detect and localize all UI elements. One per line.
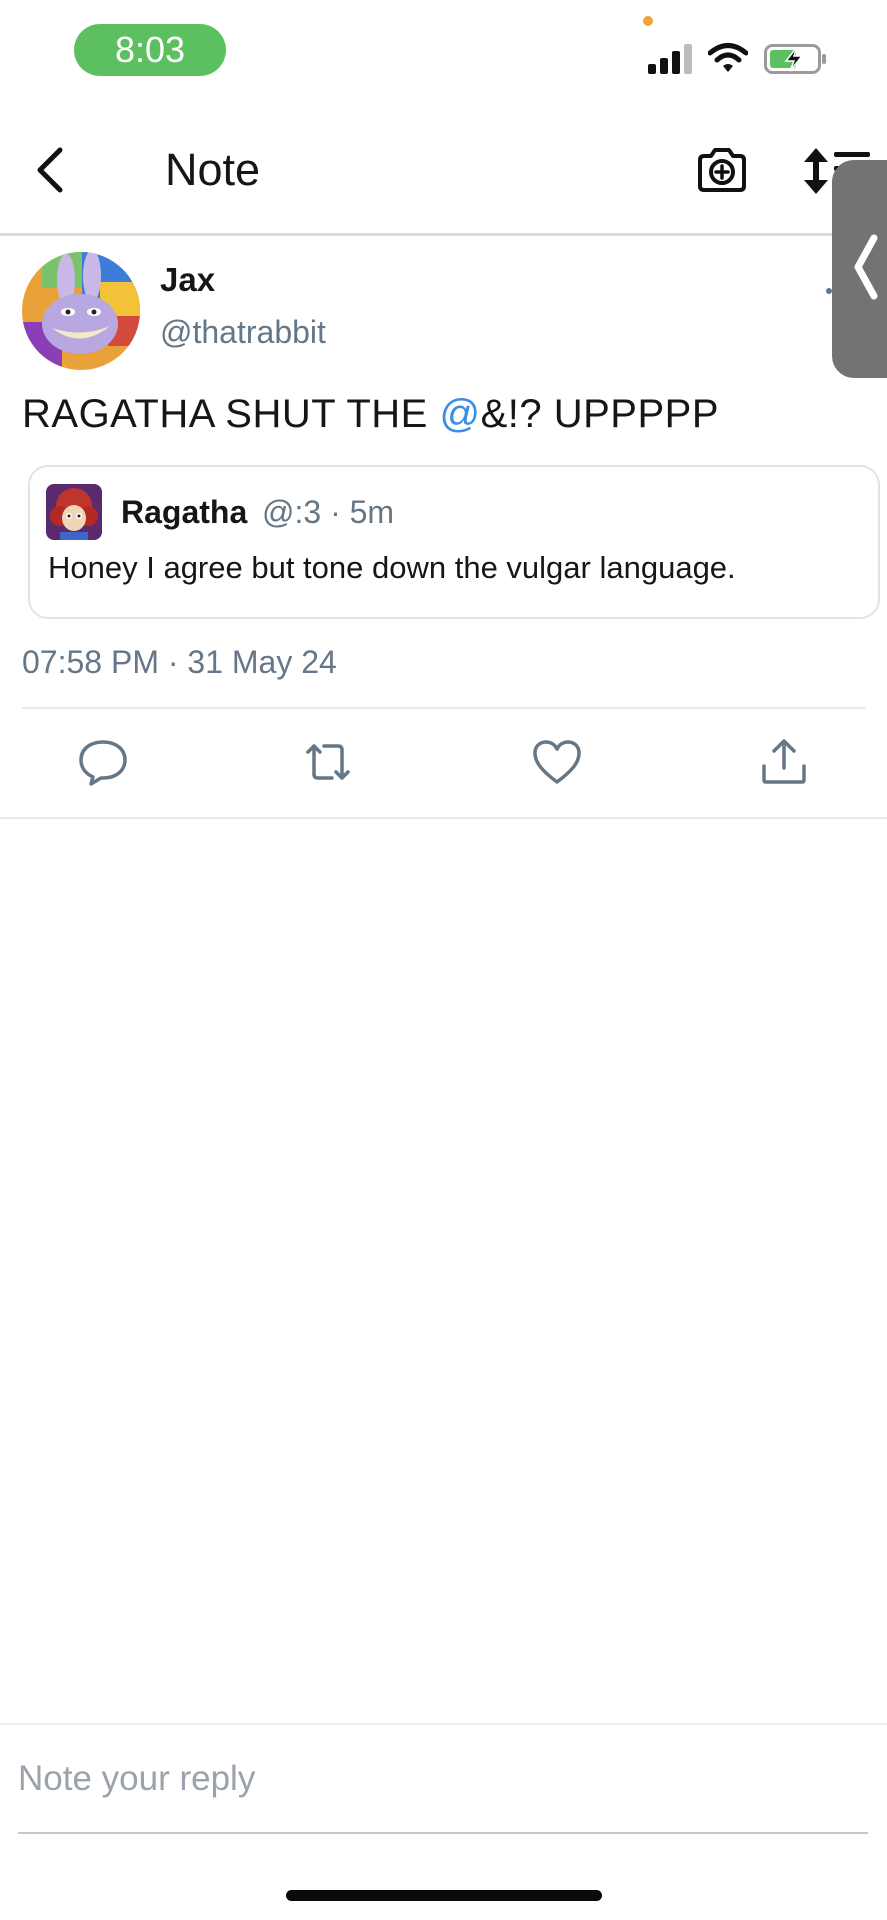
page-title: Note — [165, 144, 261, 195]
post-text-mention[interactable]: @ — [439, 392, 480, 436]
quoted-note-text: Honey I agree but tone down the vulgar l… — [48, 550, 736, 585]
post-timestamp: 07:58 PM · 31 May 24 — [22, 644, 337, 680]
chevron-left-icon — [854, 234, 878, 300]
nav-divider — [0, 233, 887, 236]
quoted-author-avatar[interactable] — [46, 484, 102, 540]
reply-input-underline — [18, 1832, 868, 1834]
home-indicator[interactable] — [286, 1890, 602, 1901]
composer-top-border — [0, 1723, 887, 1725]
post-divider — [22, 707, 865, 709]
battery-charging-icon — [764, 44, 826, 74]
author-avatar[interactable] — [22, 252, 140, 370]
post-text-end: &!? UPPPPP — [480, 392, 720, 436]
post-text: RAGATHA SHUT THE @&!? UPPPPP — [22, 388, 719, 440]
quoted-author-meta: @:3 · 5m — [262, 494, 395, 530]
action-bar-divider — [0, 817, 887, 819]
privacy-indicator-dot — [643, 16, 653, 26]
reply-icon[interactable] — [77, 738, 129, 786]
retweet-icon[interactable] — [302, 738, 354, 786]
quoted-note-card[interactable] — [28, 465, 880, 619]
reply-input[interactable] — [18, 1750, 863, 1808]
author-display-name[interactable]: Jax — [160, 258, 215, 302]
side-panel-handle[interactable] — [832, 160, 887, 378]
back-chevron-icon[interactable] — [30, 144, 70, 196]
share-icon[interactable] — [758, 738, 810, 786]
quoted-author-name[interactable]: Ragatha — [121, 490, 247, 534]
wifi-icon — [708, 43, 748, 72]
camera-plus-icon[interactable] — [696, 146, 748, 194]
heart-icon[interactable] — [531, 738, 583, 786]
status-time: 8:03 — [74, 24, 226, 76]
cellular-signal-icon — [648, 44, 692, 74]
author-handle[interactable]: @thatrabbit — [160, 310, 326, 354]
post-text-start: RAGATHA SHUT THE — [22, 392, 440, 436]
